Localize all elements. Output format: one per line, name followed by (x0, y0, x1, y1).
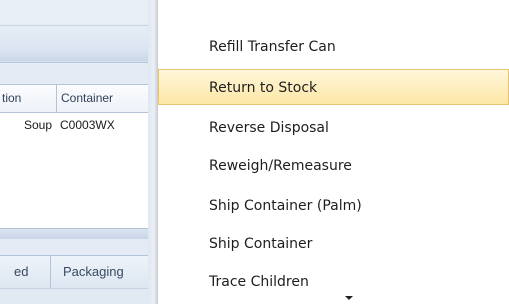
context-menu: Refill Transfer Can (Palm) Refill Transf… (158, 0, 509, 304)
menu-item-label: Ship Container (Palm) (209, 198, 362, 214)
tab-related[interactable]: ed (14, 256, 28, 288)
menu-item-reverse-disposal[interactable]: Reverse Disposal (158, 110, 509, 146)
menu-item-trace-children[interactable]: Trace Children (158, 264, 509, 300)
menu-item-ship-container-palm[interactable]: Ship Container (Palm) (158, 188, 509, 224)
cell-container: C0003WX (60, 118, 115, 132)
status-band (0, 288, 158, 304)
tab-packaging[interactable]: Packaging (50, 256, 124, 288)
menu-item-label: Ship Container (209, 236, 313, 252)
menu-item-label: Return to Stock (209, 80, 318, 96)
menu-item-label: Refill Transfer Can (Palm) (209, 0, 385, 12)
data-grid: tion Container Soup C0003WX (0, 84, 156, 229)
cell-description: Soup (23, 118, 52, 132)
app-top-panel (0, 0, 158, 24)
menu-item-reweigh-remeasure[interactable]: Reweigh/Remeasure (158, 148, 509, 184)
menu-item-refill-transfer-can[interactable]: Refill Transfer Can (158, 29, 509, 65)
menu-item-label: Reverse Disposal (209, 120, 329, 136)
menu-item-label: Reweigh/Remeasure (209, 158, 352, 174)
menu-item-label: Refill Transfer Can (209, 39, 336, 55)
scroll-down-arrow-icon[interactable] (345, 296, 353, 300)
background-app-window: tion Container Soup C0003WX ed Packaging (0, 0, 158, 304)
table-row[interactable]: Soup C0003WX (0, 113, 156, 137)
toolbar-band-lower (0, 50, 158, 61)
column-header-description[interactable]: tion (0, 85, 54, 112)
bottom-tab-strip: ed Packaging (0, 255, 158, 288)
grid-header: tion Container (0, 85, 156, 113)
column-header-container[interactable]: Container (56, 85, 156, 112)
menu-item-ship-container[interactable]: Ship Container (158, 226, 509, 262)
menu-item-return-to-stock[interactable]: Return to Stock (158, 69, 509, 105)
menu-item-label: Trace Children (209, 274, 309, 290)
grid-footer-band (0, 228, 158, 239)
